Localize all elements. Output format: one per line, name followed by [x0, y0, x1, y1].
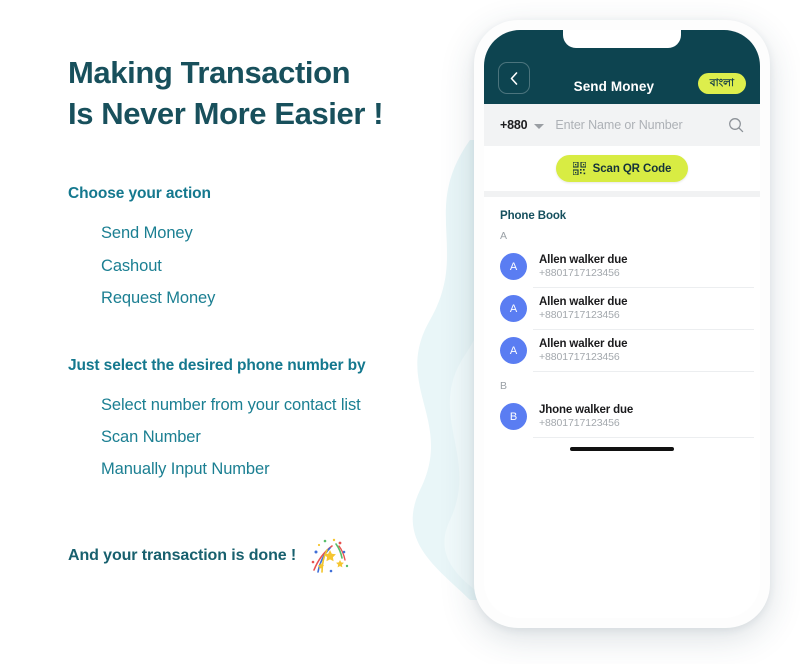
promo-graphic: Making Transaction Is Never More Easier … — [0, 0, 800, 664]
selection-method-list: Select number from your contact list Sca… — [68, 389, 468, 486]
section-choose-your-action: Choose your action Send Money Cashout Re… — [68, 185, 468, 314]
chevron-down-icon[interactable] — [534, 123, 545, 129]
chevron-left-icon — [510, 71, 518, 85]
scan-qr-band: Scan QR Code — [484, 146, 760, 197]
contact-name: Allen walker due — [539, 254, 628, 266]
app-header: Send Money বাংলা — [484, 30, 760, 104]
closing-text: And your transaction is done ! — [68, 547, 297, 565]
contact-number: +8801717123456 — [539, 351, 620, 363]
contact-list-item[interactable]: A Allen walker due +8801717123456 — [484, 288, 760, 329]
contact-text: Allen walker due +8801717123456 — [539, 338, 628, 363]
search-input[interactable]: Enter Name or Number — [555, 118, 721, 132]
phone-mockup: Send Money বাংলা +880 Enter Name or Numb… — [474, 20, 770, 628]
closing-statement: And your transaction is done ! — [68, 534, 468, 578]
contact-number: +8801717123456 — [539, 417, 620, 429]
list-item: Cashout — [101, 256, 162, 275]
action-list: Send Money Cashout Request Money — [68, 217, 468, 314]
page-title: Making Transaction Is Never More Easier … — [68, 55, 384, 132]
list-item: Request Money — [101, 288, 216, 307]
app-title: Send Money — [573, 79, 655, 94]
avatar: A — [500, 337, 527, 364]
avatar: B — [500, 403, 527, 430]
marketing-copy: Making Transaction Is Never More Easier … — [68, 52, 468, 578]
contact-text: Jhone walker due +8801717123456 — [539, 404, 633, 429]
contact-text: Allen walker due +8801717123456 — [539, 254, 628, 279]
group-letter-a: A — [500, 230, 508, 242]
list-item: Scan Number — [101, 428, 201, 447]
back-button[interactable] — [498, 62, 530, 94]
section-title-select-number: Just select the desired phone number by — [68, 356, 366, 374]
home-indicator[interactable] — [570, 447, 674, 451]
section-title-choose-action: Choose your action — [68, 185, 211, 203]
list-item: Select number from your contact list — [101, 395, 361, 414]
phone-book-title: Phone Book — [500, 210, 567, 222]
contact-text: Allen walker due +8801717123456 — [539, 296, 628, 321]
contact-name: Jhone walker due — [539, 404, 634, 416]
phone-screen: Send Money বাংলা +880 Enter Name or Numb… — [484, 30, 760, 618]
scan-qr-code-button[interactable]: Scan QR Code — [555, 155, 689, 182]
contact-number: +8801717123456 — [539, 309, 620, 321]
list-item: Send Money — [101, 224, 193, 243]
search-bar[interactable]: +880 Enter Name or Number — [484, 104, 760, 146]
search-icon[interactable] — [728, 117, 744, 133]
contact-list-item[interactable]: B Jhone walker due +8801717123456 — [484, 396, 760, 437]
avatar: A — [500, 253, 527, 280]
country-code-selector[interactable]: +880 — [500, 118, 528, 132]
contact-name: Allen walker due — [539, 296, 628, 308]
phone-book-list: Phone Book A A Allen walker due +8801717… — [484, 197, 760, 618]
avatar: A — [500, 295, 527, 322]
contact-list-item[interactable]: A Allen walker due +8801717123456 — [484, 330, 760, 371]
language-toggle-button[interactable]: বাংলা — [697, 72, 746, 94]
phone-notch — [563, 30, 681, 48]
list-divider — [533, 437, 754, 438]
confetti-icon — [311, 539, 349, 574]
list-item: Manually Input Number — [101, 460, 270, 479]
contact-number: +8801717123456 — [539, 267, 620, 279]
group-letter-b: B — [500, 380, 508, 392]
qr-code-icon — [572, 162, 586, 175]
section-select-phone-number: Just select the desired phone number by … — [68, 357, 468, 486]
contact-list-item[interactable]: A Allen walker due +8801717123456 — [484, 246, 760, 287]
contact-name: Allen walker due — [539, 338, 628, 350]
scan-qr-code-label: Scan QR Code — [592, 162, 672, 175]
